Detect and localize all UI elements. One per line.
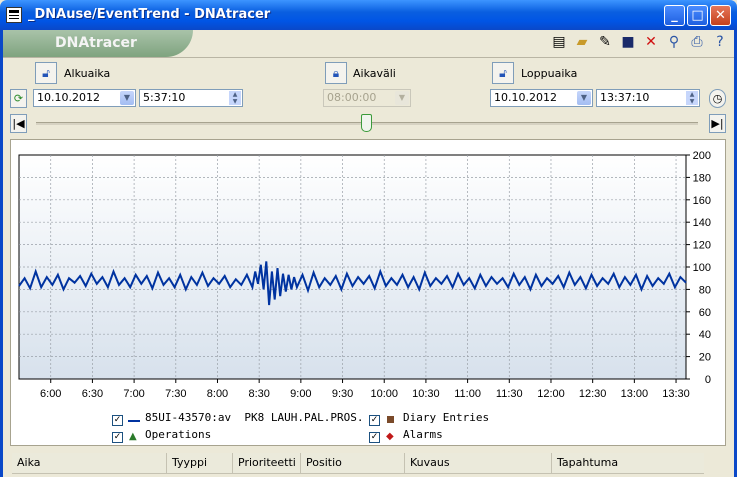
x-tick-label: 6:30 xyxy=(82,388,103,400)
x-tick-label: 11:30 xyxy=(496,388,523,400)
column-header-kuvaus[interactable]: Kuvaus xyxy=(405,453,552,473)
alarms-checkbox[interactable]: ✓ xyxy=(369,432,380,443)
x-tick-label: 9:00 xyxy=(290,388,311,400)
column-header-tyyppi[interactable]: Tyyppi xyxy=(167,453,233,473)
y-tick-label: 120 xyxy=(693,240,711,252)
series-checkbox[interactable]: ✓ xyxy=(112,415,123,426)
operations-legend-label: Operations xyxy=(145,428,212,441)
diary-legend-label: Diary Entries xyxy=(403,411,490,424)
y-tick-label: 100 xyxy=(693,262,711,274)
x-tick-label: 12:30 xyxy=(579,388,607,400)
triangle-icon: ▲ xyxy=(129,431,137,442)
diary-checkbox[interactable]: ✓ xyxy=(369,415,380,426)
x-tick-label: 12:00 xyxy=(537,388,565,400)
series-swatch xyxy=(128,420,140,422)
x-tick-label: 8:00 xyxy=(207,388,228,400)
x-tick-label: 8:30 xyxy=(248,388,269,400)
diamond-icon: ◆ xyxy=(386,431,394,442)
x-tick-label: 7:00 xyxy=(123,388,144,400)
y-tick-label: 60 xyxy=(699,307,711,319)
operations-checkbox[interactable]: ✓ xyxy=(112,432,123,443)
series-legend-label: 85UI-43570:av PK8 LAUH.PAL.PROS. xyxy=(145,411,364,424)
column-header-tapahtuma[interactable]: Tapahtuma xyxy=(552,453,704,473)
trend-chart[interactable]: 0 20 40 60 80 100 120 140 160 180 200 6:00 6:30 7:00… xyxy=(0,0,737,477)
x-tick-label: 11:00 xyxy=(454,388,481,400)
x-tick-label: 10:00 xyxy=(370,388,398,400)
y-tick-label: 180 xyxy=(693,172,711,184)
y-tick-label: 0 xyxy=(705,374,711,386)
y-tick-label: 80 xyxy=(699,284,711,296)
x-tick-label: 6:00 xyxy=(40,388,61,400)
alarms-legend-label: Alarms xyxy=(403,428,443,441)
y-tick-label: 20 xyxy=(699,352,711,364)
y-tick-label: 40 xyxy=(699,329,711,341)
y-tick-label: 160 xyxy=(693,195,711,207)
x-tick-label: 7:30 xyxy=(165,388,186,400)
x-tick-label: 9:30 xyxy=(332,388,353,400)
diary-square-icon xyxy=(387,416,394,423)
column-header-positio[interactable]: Positio xyxy=(301,453,405,473)
column-header-prioriteetti[interactable]: Prioriteetti xyxy=(233,453,301,473)
column-header-aika[interactable]: Aika xyxy=(12,453,167,473)
x-tick-label: 13:30 xyxy=(662,388,690,400)
y-tick-label: 200 xyxy=(693,150,711,162)
event-table-header: Aika Tyyppi Prioriteetti Positio Kuvaus … xyxy=(12,453,704,474)
x-tick-label: 13:00 xyxy=(621,388,649,400)
y-tick-label: 140 xyxy=(693,217,711,229)
x-tick-label: 10:30 xyxy=(412,388,440,400)
